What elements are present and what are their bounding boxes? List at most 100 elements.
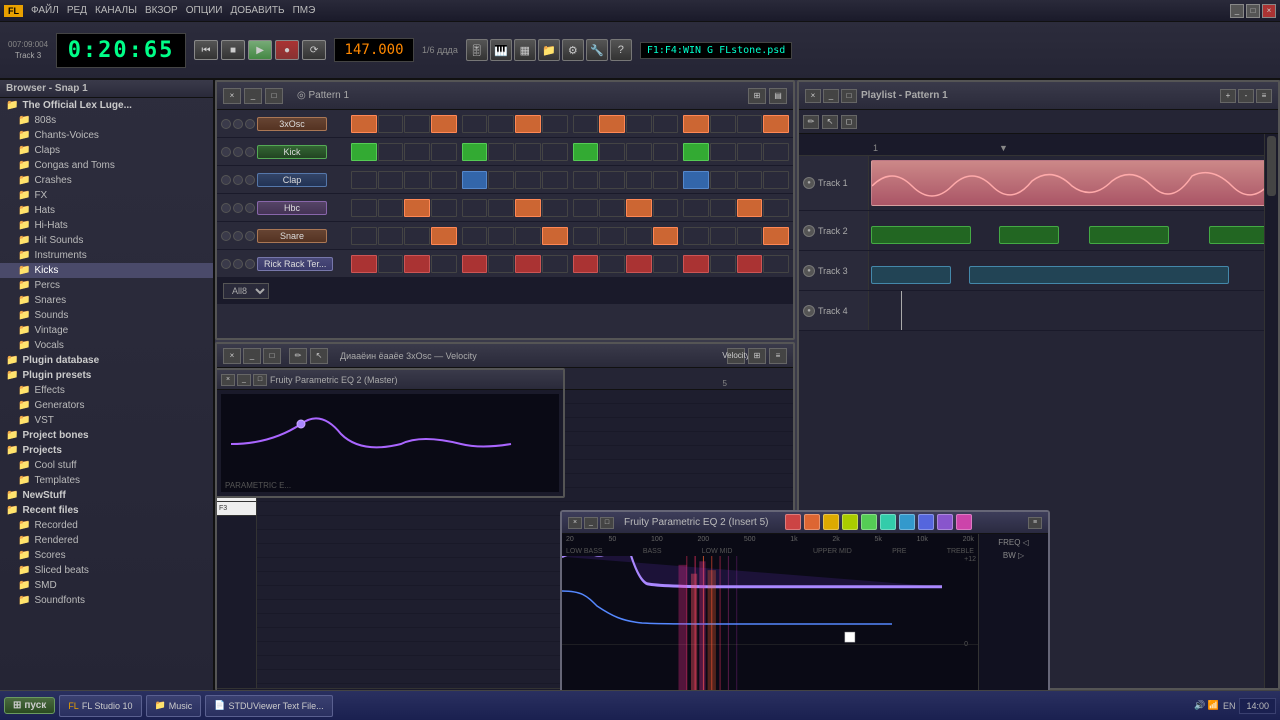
taskbar-item-fl[interactable]: FL FL Studio 10: [59, 695, 141, 717]
vol-btn-5[interactable]: [245, 259, 255, 269]
step-btn-2-2[interactable]: [404, 171, 430, 189]
track-1-content[interactable]: [869, 156, 1278, 210]
step-btn-4-2[interactable]: [404, 227, 430, 245]
window-controls[interactable]: _ □ ×: [1230, 4, 1276, 18]
step-btn-2-0[interactable]: [351, 171, 377, 189]
step-btn-4-9[interactable]: [599, 227, 625, 245]
playlist-scrollbar[interactable]: [1264, 134, 1278, 688]
scrollbar-thumb[interactable]: [1267, 136, 1276, 196]
band-7-btn[interactable]: [899, 514, 915, 530]
step-btn-2-13[interactable]: [710, 171, 736, 189]
pr-close-btn[interactable]: ×: [223, 348, 241, 364]
step-btn-1-2[interactable]: [404, 143, 430, 161]
mute-btn-2[interactable]: [221, 175, 231, 185]
eq-master-close[interactable]: ×: [221, 374, 235, 386]
sidebar-item-projects[interactable]: 📁Projects: [0, 443, 213, 458]
step-btn-5-4[interactable]: [462, 255, 488, 273]
sidebar-item-project-bones[interactable]: 📁Project bones: [0, 428, 213, 443]
sidebar-item-effects[interactable]: 📁Effects: [0, 383, 213, 398]
toolbar-icons[interactable]: 🎚 🎹 ▦ 📁 ⚙ 🔧 ?: [466, 39, 632, 61]
step-btn-3-13[interactable]: [710, 199, 736, 217]
seq-header-controls[interactable]: × _ □: [223, 88, 283, 104]
step-btn-3-14[interactable]: [737, 199, 763, 217]
eq-insert-band-colors[interactable]: [785, 514, 972, 530]
sidebar-item-soundfonts[interactable]: 📁Soundfonts: [0, 593, 213, 608]
step-row-controls-4[interactable]: Snare: [221, 229, 351, 243]
sidebar-item-snares[interactable]: 📁Snares: [0, 293, 213, 308]
sidebar-item-808s[interactable]: 📁808s: [0, 113, 213, 128]
stop-button[interactable]: ■: [221, 40, 245, 60]
taskbar-item-stdu[interactable]: 📄 STDUViewer Text File...: [205, 695, 332, 717]
sidebar-item-crashes[interactable]: 📁Crashes: [0, 173, 213, 188]
track-3-mute[interactable]: ●: [803, 265, 815, 277]
step-btn-5-2[interactable]: [404, 255, 430, 273]
step-row-controls-5[interactable]: Rick Rack Ter...: [221, 257, 351, 271]
step-btn-5-0[interactable]: [351, 255, 377, 273]
playlist-max-btn[interactable]: □: [841, 89, 857, 103]
step-btn-3-11[interactable]: [653, 199, 679, 217]
step-btn-1-14[interactable]: [737, 143, 763, 161]
seq-pattern-select[interactable]: All8: [223, 283, 269, 299]
menu-channels[interactable]: КАНАЛЫ: [95, 5, 137, 16]
step-btn-3-4[interactable]: [462, 199, 488, 217]
pr-draw-tool[interactable]: ✏: [289, 348, 307, 364]
bpm-display[interactable]: 147.000: [334, 38, 414, 62]
step-btn-3-7[interactable]: [542, 199, 568, 217]
step-btn-3-2[interactable]: [404, 199, 430, 217]
step-btn-0-5[interactable]: [488, 115, 514, 133]
plugin-icon[interactable]: ⚙: [562, 39, 584, 61]
erase-tool[interactable]: ◻: [841, 115, 857, 129]
step-btn-3-1[interactable]: [378, 199, 404, 217]
step-btn-5-7[interactable]: [542, 255, 568, 273]
step-btn-2-7[interactable]: [542, 171, 568, 189]
pr-min-btn[interactable]: _: [243, 348, 261, 364]
mute-btn-5[interactable]: [221, 259, 231, 269]
mute-btn-3[interactable]: [221, 203, 231, 213]
step-btn-0-6[interactable]: [515, 115, 541, 133]
step-btn-1-6[interactable]: [515, 143, 541, 161]
step-row-controls-3[interactable]: Hbc: [221, 201, 351, 215]
step-btn-1-4[interactable]: [462, 143, 488, 161]
menu-extra[interactable]: ПМЭ: [293, 5, 316, 16]
step-btn-1-9[interactable]: [599, 143, 625, 161]
step-buttons-0[interactable]: [351, 115, 789, 133]
step-btn-5-11[interactable]: [653, 255, 679, 273]
sidebar-item-hit-sounds[interactable]: 📁Hit Sounds: [0, 233, 213, 248]
step-btn-0-10[interactable]: [626, 115, 652, 133]
step-btn-0-12[interactable]: [683, 115, 709, 133]
step-row-name-0[interactable]: 3xOsc: [257, 117, 327, 131]
menu-file[interactable]: ФАЙЛ: [31, 5, 59, 16]
eq-master-min[interactable]: _: [237, 374, 251, 386]
eq-graph-area[interactable]: 20 50 100 200 500 1k 2k 5k 10k 20k LOW B…: [562, 534, 978, 690]
vol-btn-1[interactable]: [245, 147, 255, 157]
step-buttons-3[interactable]: [351, 199, 789, 217]
pr-max-btn[interactable]: □: [263, 348, 281, 364]
step-btn-1-11[interactable]: [653, 143, 679, 161]
step-row-name-1[interactable]: Kick: [257, 145, 327, 159]
sidebar-item-vst[interactable]: 📁VST: [0, 413, 213, 428]
track-2-clip-3[interactable]: [1089, 226, 1169, 244]
step-btn-2-1[interactable]: [378, 171, 404, 189]
step-btn-1-15[interactable]: [763, 143, 789, 161]
track-3-clip-2[interactable]: [969, 266, 1229, 284]
close-button[interactable]: ×: [1262, 4, 1276, 18]
step-btn-3-15[interactable]: [763, 199, 789, 217]
eq-master-btns[interactable]: × _ □: [221, 374, 267, 386]
eq-marker[interactable]: [845, 632, 855, 642]
playlist-close-btn[interactable]: ×: [805, 89, 821, 103]
step-btn-2-12[interactable]: [683, 171, 709, 189]
step-btn-5-9[interactable]: [599, 255, 625, 273]
transport-controls[interactable]: ⏮ ■ ▶ ● ⟳: [194, 40, 326, 60]
step-btn-1-3[interactable]: [431, 143, 457, 161]
step-btn-4-4[interactable]: [462, 227, 488, 245]
track-3-content[interactable]: [869, 251, 1278, 290]
step-buttons-5[interactable]: [351, 255, 789, 273]
step-btn-0-8[interactable]: [573, 115, 599, 133]
taskbar-item-music[interactable]: 📁 Music: [146, 695, 202, 717]
step-btn-4-6[interactable]: [515, 227, 541, 245]
menu-options[interactable]: ОПЦИИ: [186, 5, 223, 16]
sidebar-item-plugin-database[interactable]: 📁Plugin database: [0, 353, 213, 368]
step-buttons-1[interactable]: [351, 143, 789, 161]
vol-btn-2[interactable]: [245, 175, 255, 185]
mute-btn-0[interactable]: [221, 119, 231, 129]
